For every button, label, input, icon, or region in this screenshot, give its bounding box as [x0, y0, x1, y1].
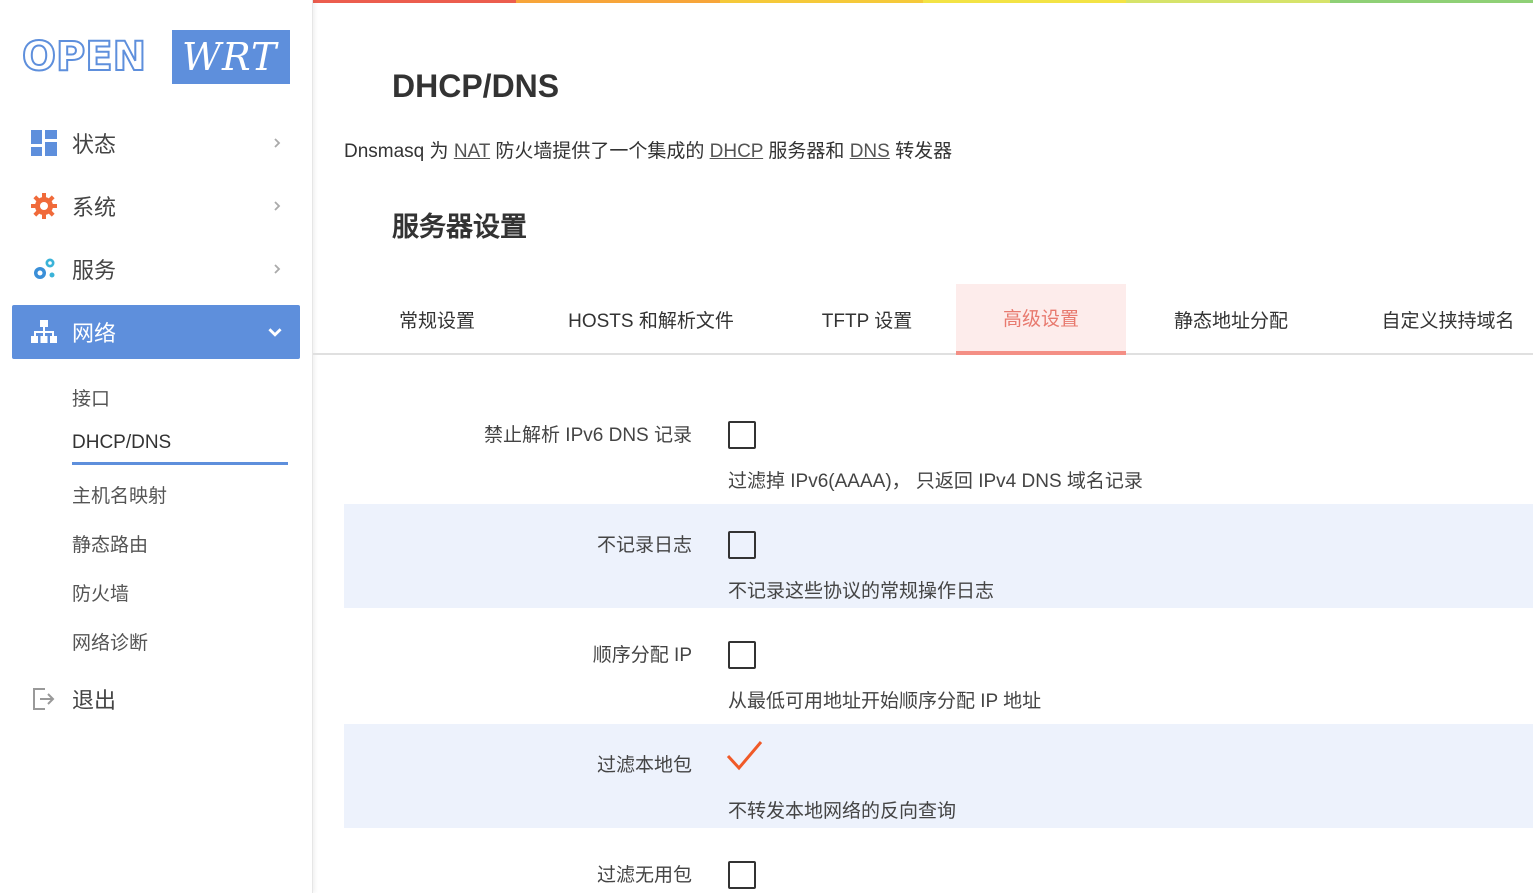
nat-link[interactable]: NAT: [454, 141, 490, 162]
option-label: 过滤无用包: [596, 865, 692, 886]
dhcp-link[interactable]: DHCP: [710, 141, 764, 162]
option-row-filter-aaaa: 禁止解析 IPv6 DNS 记录 过滤掉 IPv6(AAAA)， 只返回 IPv…: [344, 394, 1533, 504]
filterwin2k-checkbox[interactable]: [728, 861, 756, 889]
option-label: 不记录日志: [596, 535, 692, 556]
quiet-log-checkbox[interactable]: [728, 531, 756, 559]
sidebar-subitem-firewall[interactable]: 防火墙: [72, 579, 129, 606]
sidebar-item-label: 网络: [72, 321, 117, 346]
tab-tftp[interactable]: TFTP 设置: [807, 284, 927, 355]
logo-wrt-text: WRT: [172, 30, 290, 84]
chevron-right-icon: [274, 201, 281, 211]
page-description: Dnsmasq 为 NAT 防火墙提供了一个集成的 DHCP 服务器和 DNS …: [344, 136, 952, 163]
services-gears-icon: [30, 255, 58, 283]
desc-text: Dnsmasq 为: [344, 141, 454, 162]
sidebar-menu: 状态 系统 服务 网络: [12, 116, 300, 368]
sidebar-subitem-hostnames[interactable]: 主机名映射: [72, 481, 167, 508]
chevron-right-icon: [274, 138, 281, 148]
option-help: 不记录这些协议的常规操作日志: [728, 581, 995, 602]
sidebar-subitem-static-routes[interactable]: 静态路由: [72, 530, 148, 557]
chevron-down-icon: [268, 328, 282, 337]
openwrt-logo[interactable]: OPEN WRT: [21, 30, 290, 84]
sidebar-item-network[interactable]: 网络: [12, 305, 300, 359]
sidebar: OPEN WRT 状态 系统 服务 网络 接口 DHCP/DNS 主机名映射 静…: [0, 0, 313, 893]
sidebar-item-services[interactable]: 服务: [12, 242, 300, 296]
active-subitem-underline: [72, 462, 288, 465]
option-row-boguspriv: 过滤本地包 不转发本地网络的反向查询: [344, 724, 1533, 828]
filter-aaaa-checkbox[interactable]: [728, 421, 756, 449]
sidebar-item-system[interactable]: 系统: [12, 179, 300, 233]
sidebar-item-label: 状态: [72, 132, 117, 157]
option-help: 不转发本地网络的反向查询: [728, 801, 957, 822]
logo-open-text: OPEN: [21, 33, 147, 81]
desc-text: 转发器: [889, 141, 953, 162]
option-label: 顺序分配 IP: [592, 645, 692, 666]
sidebar-item-logout[interactable]: 退出: [12, 672, 300, 726]
network-tree-icon: [30, 318, 58, 346]
sidebar-subitem-diagnostics[interactable]: 网络诊断: [72, 628, 148, 655]
option-help: 过滤掉 IPv6(AAAA)， 只返回 IPv4 DNS 域名记录: [728, 471, 1143, 492]
tab-custom-domains[interactable]: 自定义挟持域名: [1363, 284, 1533, 355]
sequential-ip-checkbox[interactable]: [728, 641, 756, 669]
rainbow-segment: [313, 0, 517, 3]
rainbow-segment: [719, 0, 923, 3]
desc-text: 服务器和: [763, 141, 850, 162]
rainbow-segment: [1126, 0, 1330, 3]
option-help: 从最低可用地址开始顺序分配 IP 地址: [728, 691, 1042, 712]
checked-checkmark-icon[interactable]: [724, 736, 764, 776]
desc-text: 防火墙提供了一个集成的: [490, 141, 710, 162]
dashboard-icon: [30, 129, 58, 157]
option-row-sequential-ip: 顺序分配 IP 从最低可用地址开始顺序分配 IP 地址: [344, 614, 1533, 724]
option-row-quiet-log: 不记录日志 不记录这些协议的常规操作日志: [344, 504, 1533, 608]
section-title: 服务器设置: [392, 212, 527, 242]
sidebar-item-label: 系统: [72, 195, 117, 220]
sidebar-item-status[interactable]: 状态: [12, 116, 300, 170]
rainbow-segment: [1329, 0, 1533, 3]
chevron-right-icon: [274, 264, 281, 274]
logout-icon: [30, 685, 58, 713]
option-row-filterwin2k: 过滤无用包: [344, 834, 1533, 893]
tab-general[interactable]: 常规设置: [373, 284, 501, 355]
sidebar-item-label: 服务: [72, 258, 117, 283]
gear-icon: [30, 192, 58, 220]
sidebar-subitem-interfaces[interactable]: 接口: [72, 384, 110, 411]
tab-hosts[interactable]: HOSTS 和解析文件: [551, 284, 751, 355]
page-title: DHCP/DNS: [392, 68, 560, 104]
dns-link[interactable]: DNS: [850, 141, 890, 162]
tab-advanced[interactable]: 高级设置: [956, 284, 1126, 355]
settings-tabs: 常规设置 HOSTS 和解析文件 TFTP 设置 高级设置 静态地址分配 自定义…: [313, 284, 1533, 355]
tab-static-leases[interactable]: 静态地址分配: [1156, 284, 1306, 355]
sidebar-item-label: 退出: [72, 688, 117, 713]
rainbow-segment: [922, 0, 1127, 3]
sidebar-subitem-dhcp-dns[interactable]: DHCP/DNS: [72, 432, 171, 454]
option-label: 禁止解析 IPv6 DNS 记录: [484, 425, 692, 446]
rainbow-segment: [516, 0, 720, 3]
top-rainbow-bar: [313, 0, 1533, 3]
option-label: 过滤本地包: [596, 755, 692, 776]
